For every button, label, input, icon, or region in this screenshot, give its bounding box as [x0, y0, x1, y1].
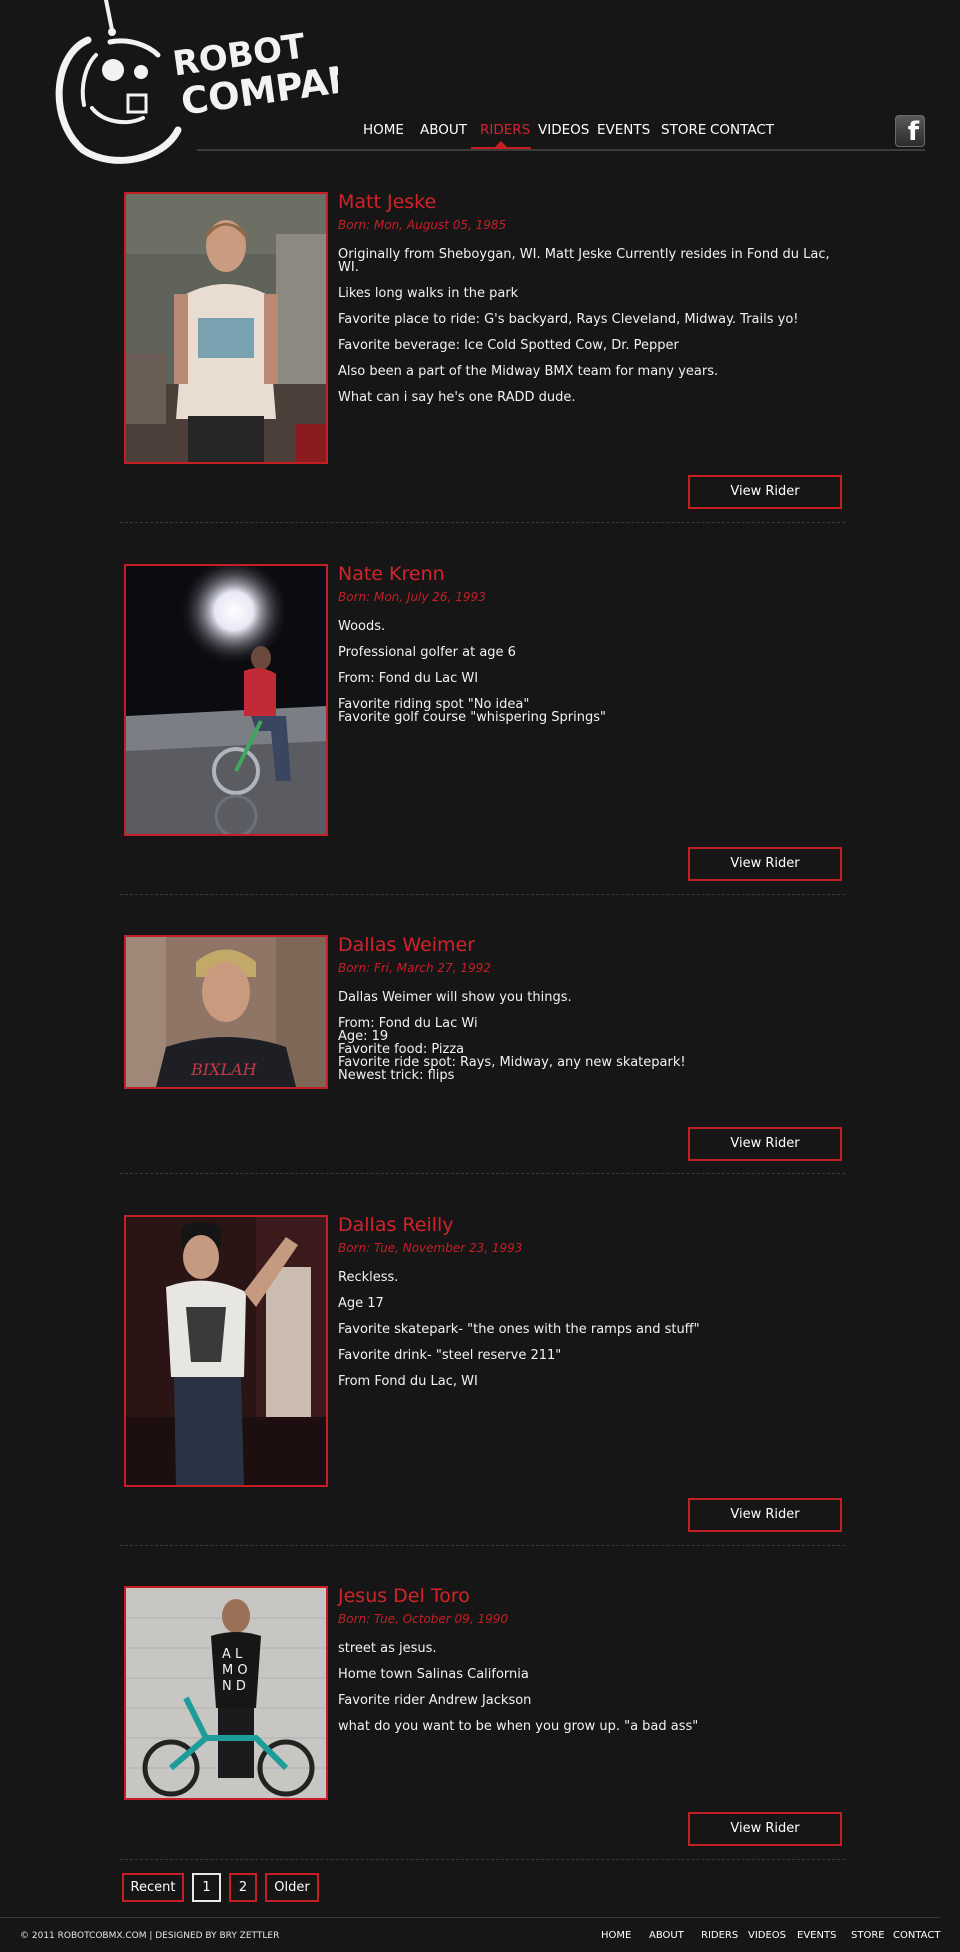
- footer-nav-contact[interactable]: CONTACT: [893, 1930, 940, 1941]
- rider-photo[interactable]: BIXLAH: [124, 935, 328, 1089]
- entry-separator: [120, 1859, 845, 1860]
- rider-photo[interactable]: [124, 564, 328, 836]
- rider-born-date: Born: Tue, October 09, 1990: [338, 1612, 508, 1626]
- pagination: Recent 1 2 Older: [122, 1873, 327, 1902]
- svg-text:A L: A L: [222, 1647, 243, 1662]
- bio-line: From: Fond du Lac WI: [338, 671, 479, 686]
- rider-born-date: Born: Tue, November 23, 1993: [338, 1241, 523, 1255]
- rider-name[interactable]: Dallas Weimer: [338, 934, 475, 956]
- page-2-button[interactable]: 2: [229, 1873, 257, 1902]
- rider-name[interactable]: Matt Jeske: [338, 191, 436, 213]
- svg-text:BIXLAH: BIXLAH: [190, 1060, 258, 1079]
- bio-line: Favorite drink- "steel reserve 211": [338, 1348, 562, 1363]
- bio-line: Likes long walks in the park: [338, 286, 519, 301]
- view-rider-button[interactable]: View Rider: [688, 475, 842, 509]
- rider-photo[interactable]: [124, 192, 328, 464]
- facebook-icon[interactable]: f: [895, 115, 925, 147]
- rider-bio: Reckless. Age 17 Favorite skatepark- "th…: [338, 1271, 838, 1401]
- bio-line: street as jesus.: [338, 1641, 437, 1656]
- nav-store[interactable]: STORE: [661, 122, 706, 144]
- footer-nav-events[interactable]: EVENTS: [797, 1930, 836, 1941]
- nav-events[interactable]: EVENTS: [597, 122, 650, 144]
- page-1-button[interactable]: 1: [192, 1873, 221, 1902]
- bio-line: Favorite beverage: Ice Cold Spotted Cow,…: [338, 338, 679, 353]
- robot-company-logo[interactable]: ROBOT COMPANY: [28, 0, 338, 170]
- nav-about[interactable]: ABOUT: [420, 122, 467, 144]
- rider-bio: Originally from Sheboygan, WI. Matt Jesk…: [338, 248, 838, 417]
- bio-line: Dallas Weimer will show you things.: [338, 990, 572, 1005]
- rider-born-date: Born: Mon, July 26, 1993: [338, 590, 486, 604]
- footer-nav-about[interactable]: ABOUT: [649, 1930, 684, 1941]
- rider-name[interactable]: Dallas Reilly: [338, 1214, 454, 1236]
- rider-photo[interactable]: [124, 1215, 328, 1487]
- entry-separator: [120, 1173, 845, 1174]
- bio-line: From: Fond du Lac Wi Age: 19 Favorite fo…: [338, 1016, 686, 1083]
- bio-line: Favorite skatepark- "the ones with the r…: [338, 1322, 700, 1337]
- bio-line: Also been a part of the Midway BMX team …: [338, 364, 719, 379]
- bio-line: Professional golfer at age 6: [338, 645, 516, 660]
- entry-separator: [120, 894, 845, 895]
- footer-nav-home[interactable]: HOME: [601, 1930, 631, 1941]
- rider-bio: street as jesus. Home town Salinas Calif…: [338, 1642, 838, 1746]
- footer-nav-videos[interactable]: VIDEOS: [748, 1930, 786, 1941]
- view-rider-button[interactable]: View Rider: [688, 847, 842, 881]
- nav-videos[interactable]: VIDEOS: [538, 122, 589, 144]
- recent-button[interactable]: Recent: [122, 1873, 184, 1902]
- nav-contact[interactable]: CONTACT: [710, 122, 774, 144]
- bio-line: Favorite rider Andrew Jackson: [338, 1693, 532, 1708]
- view-rider-button[interactable]: View Rider: [688, 1127, 842, 1161]
- bio-line: Reckless.: [338, 1270, 399, 1285]
- entry-separator: [120, 522, 845, 523]
- bio-line: Favorite place to ride: G's backyard, Ra…: [338, 312, 799, 327]
- svg-text:N D: N D: [222, 1679, 246, 1694]
- nav-divider: [197, 149, 925, 151]
- rider-born-date: Born: Fri, March 27, 1992: [338, 961, 491, 975]
- rider-born-date: Born: Mon, August 05, 1985: [338, 218, 507, 232]
- svg-text:M O: M O: [222, 1663, 248, 1678]
- view-rider-button[interactable]: View Rider: [688, 1812, 842, 1846]
- copyright-text: © 2011 ROBOTCOBMX.COM | DESIGNED BY BRY …: [20, 1931, 280, 1941]
- bio-line: What can i say he's one RADD dude.: [338, 390, 576, 405]
- bio-line: Age 17: [338, 1296, 384, 1311]
- bio-line: Favorite riding spot "No idea" Favorite …: [338, 697, 606, 725]
- bio-line: Originally from Sheboygan, WI. Matt Jesk…: [338, 247, 830, 275]
- footer-nav-store[interactable]: STORE: [851, 1930, 885, 1941]
- rider-photo[interactable]: A L M O N D: [124, 1586, 328, 1800]
- rider-bio: Woods. Professional golfer at age 6 From…: [338, 620, 838, 737]
- older-button[interactable]: Older: [265, 1873, 319, 1902]
- footer-nav-riders[interactable]: RIDERS: [701, 1930, 738, 1941]
- view-rider-button[interactable]: View Rider: [688, 1498, 842, 1532]
- bio-line: Woods.: [338, 619, 386, 634]
- bio-line: From Fond du Lac, WI: [338, 1374, 478, 1389]
- rider-name[interactable]: Jesus Del Toro: [338, 1585, 470, 1607]
- rider-bio: Dallas Weimer will show you things. From…: [338, 991, 838, 1095]
- entry-separator: [120, 1545, 845, 1546]
- rider-name[interactable]: Nate Krenn: [338, 563, 445, 585]
- footer-divider: [0, 1917, 940, 1918]
- bio-line: what do you want to be when you grow up.…: [338, 1719, 699, 1734]
- nav-home[interactable]: HOME: [363, 122, 404, 144]
- bio-line: Home town Salinas California: [338, 1667, 529, 1682]
